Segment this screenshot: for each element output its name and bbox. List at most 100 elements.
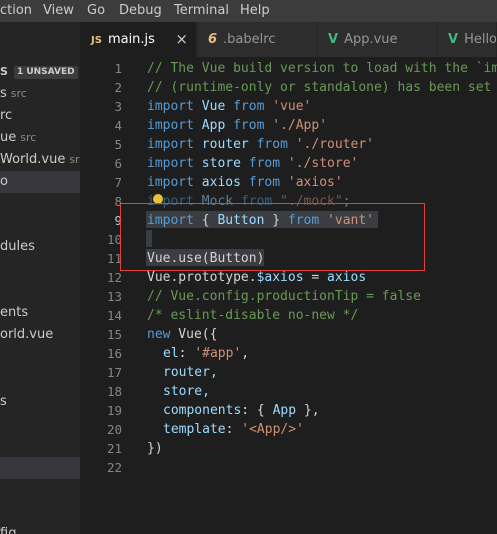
open-editor-item[interactable]: s src bbox=[0, 83, 80, 105]
line-number: 18 bbox=[106, 384, 122, 399]
explorer-item[interactable]: fig bbox=[0, 523, 80, 534]
code-line-20: template: '<App/>' bbox=[147, 420, 497, 439]
code-line-16: el: '#app', bbox=[147, 344, 497, 363]
line-number: 1 bbox=[114, 61, 122, 76]
token-keyword: import bbox=[147, 213, 194, 228]
code-line-4: import App from './App' bbox=[147, 116, 497, 135]
tab-app-vue[interactable]: V App.vue bbox=[317, 22, 437, 57]
token-punctuation: } bbox=[272, 213, 281, 228]
line-number: 21 bbox=[106, 441, 122, 456]
token-identifier: store bbox=[201, 156, 241, 171]
open-editors-label: S bbox=[0, 65, 8, 78]
token-string: 'axios' bbox=[287, 175, 343, 190]
token-identifier: App bbox=[272, 403, 297, 418]
token-keyword: from bbox=[256, 137, 288, 152]
folder-name: dules bbox=[0, 239, 35, 254]
code-line-1: // The Vue build version to load with th… bbox=[147, 61, 497, 76]
code-line-13: // Vue.config.productionTip = false bbox=[147, 289, 421, 304]
code-line-5: import router from './router' bbox=[147, 135, 497, 154]
line-number-gutter: 1 2 3 4 5 6 7 8 9 10 11 12 13 14 15 16 1… bbox=[80, 59, 122, 477]
code-line-14: /* eslint-disable no-new */ bbox=[147, 308, 359, 323]
menu-bar: ction View Go Debug Terminal Help bbox=[0, 0, 497, 22]
open-editors-header[interactable]: S 1 UNSAVED bbox=[0, 61, 80, 83]
line-number: 3 bbox=[114, 99, 122, 114]
token-string: './router' bbox=[295, 137, 375, 152]
tab-label: Hello bbox=[464, 32, 497, 47]
code-editor[interactable]: 1 2 3 4 5 6 7 8 9 10 11 12 13 14 15 16 1… bbox=[80, 57, 497, 534]
token-text: : { bbox=[241, 403, 273, 418]
code-line-8: import Mock from "./mock"; bbox=[147, 192, 497, 211]
explorer-item-selected[interactable] bbox=[0, 457, 80, 479]
line-number: 8 bbox=[114, 194, 122, 209]
explorer-item[interactable]: ents bbox=[0, 302, 80, 324]
token-keyword: import bbox=[147, 118, 194, 133]
code-line-2: // (runtime-only or standalone) has been… bbox=[147, 80, 492, 95]
line-number: 10 bbox=[106, 232, 122, 247]
file-dir: sr... bbox=[69, 153, 80, 166]
editor-tab-bar: JS main.js × 6 .babelrc V App.vue V Hello bbox=[80, 22, 497, 57]
file-dir: src bbox=[20, 131, 37, 144]
explorer-item[interactable]: dules bbox=[0, 236, 80, 258]
explorer-item[interactable]: s bbox=[0, 391, 80, 413]
code-line-19: components: { App }, bbox=[147, 401, 497, 420]
token-string: '<App/>' bbox=[241, 422, 304, 437]
token-keyword: from bbox=[248, 156, 281, 171]
menu-go[interactable]: Go bbox=[87, 0, 105, 22]
tab-babelrc[interactable]: 6 .babelrc bbox=[197, 22, 317, 57]
code-line-11: Vue.use(Button) bbox=[147, 251, 265, 266]
token-text: : bbox=[178, 346, 195, 361]
token-identifier: $axios bbox=[256, 270, 304, 285]
babel-file-icon: 6 bbox=[208, 32, 218, 47]
explorer-item[interactable]: orld.vue bbox=[0, 324, 80, 346]
lightbulb-icon[interactable] bbox=[153, 194, 163, 204]
line-number: 4 bbox=[114, 118, 122, 133]
tab-label: App.vue bbox=[344, 32, 398, 47]
token-keyword: new bbox=[147, 327, 171, 342]
code-line-12: Vue.prototype.$axios = axios bbox=[147, 268, 497, 287]
line-number: 14 bbox=[106, 308, 122, 323]
line-number: 19 bbox=[106, 403, 122, 418]
token-keyword: import bbox=[147, 175, 194, 190]
folder-name: o bbox=[0, 174, 8, 189]
token-keyword: from bbox=[248, 175, 281, 190]
token-punctuation: ; bbox=[342, 194, 351, 209]
token-text: : bbox=[225, 422, 242, 437]
token-text: Vue.prototype. bbox=[147, 270, 257, 285]
code-line-6: import store from './store' bbox=[147, 154, 497, 173]
code-line-7: import axios from 'axios' bbox=[147, 173, 497, 192]
token-string: 'vue' bbox=[272, 99, 312, 114]
close-icon[interactable]: × bbox=[175, 22, 188, 57]
open-editor-item[interactable]: rc bbox=[0, 105, 80, 127]
line-number: 17 bbox=[106, 365, 122, 380]
token-keyword: from bbox=[287, 213, 320, 228]
token-identifier: router bbox=[201, 137, 249, 152]
token-string: '#app' bbox=[194, 346, 242, 361]
menu-terminal[interactable]: Terminal bbox=[174, 0, 229, 22]
token-key: template bbox=[163, 422, 226, 437]
tab-hello[interactable]: V Hello bbox=[437, 22, 497, 57]
token-text: = bbox=[303, 270, 328, 285]
menu-selection[interactable]: ction bbox=[0, 0, 32, 22]
unsaved-badge: 1 UNSAVED bbox=[13, 65, 78, 79]
menu-debug[interactable]: Debug bbox=[119, 0, 162, 22]
vue-file-icon: V bbox=[328, 32, 339, 47]
code-line-17: router, bbox=[163, 365, 218, 380]
explorer-item-selected[interactable]: o bbox=[0, 171, 80, 193]
menu-help[interactable]: Help bbox=[240, 0, 270, 22]
open-editor-item[interactable]: ue src bbox=[0, 127, 80, 149]
line-number: 15 bbox=[106, 327, 122, 342]
token-identifier: App bbox=[201, 118, 226, 133]
line-number: 9 bbox=[114, 213, 122, 228]
tab-main-js[interactable]: JS main.js × bbox=[80, 22, 197, 57]
menu-view[interactable]: View bbox=[43, 0, 74, 22]
token-identifier: Vue bbox=[201, 99, 226, 114]
tab-label: main.js bbox=[107, 32, 155, 47]
code-lines: // The Vue build version to load with th… bbox=[147, 59, 497, 477]
line-number: 20 bbox=[106, 422, 122, 437]
line-number: 12 bbox=[106, 270, 122, 285]
open-editor-item[interactable]: World.vuesr... bbox=[0, 149, 80, 171]
token-text: }, bbox=[296, 403, 320, 418]
file-name: World.vue bbox=[0, 152, 66, 167]
token-identifier: axios bbox=[201, 175, 241, 190]
